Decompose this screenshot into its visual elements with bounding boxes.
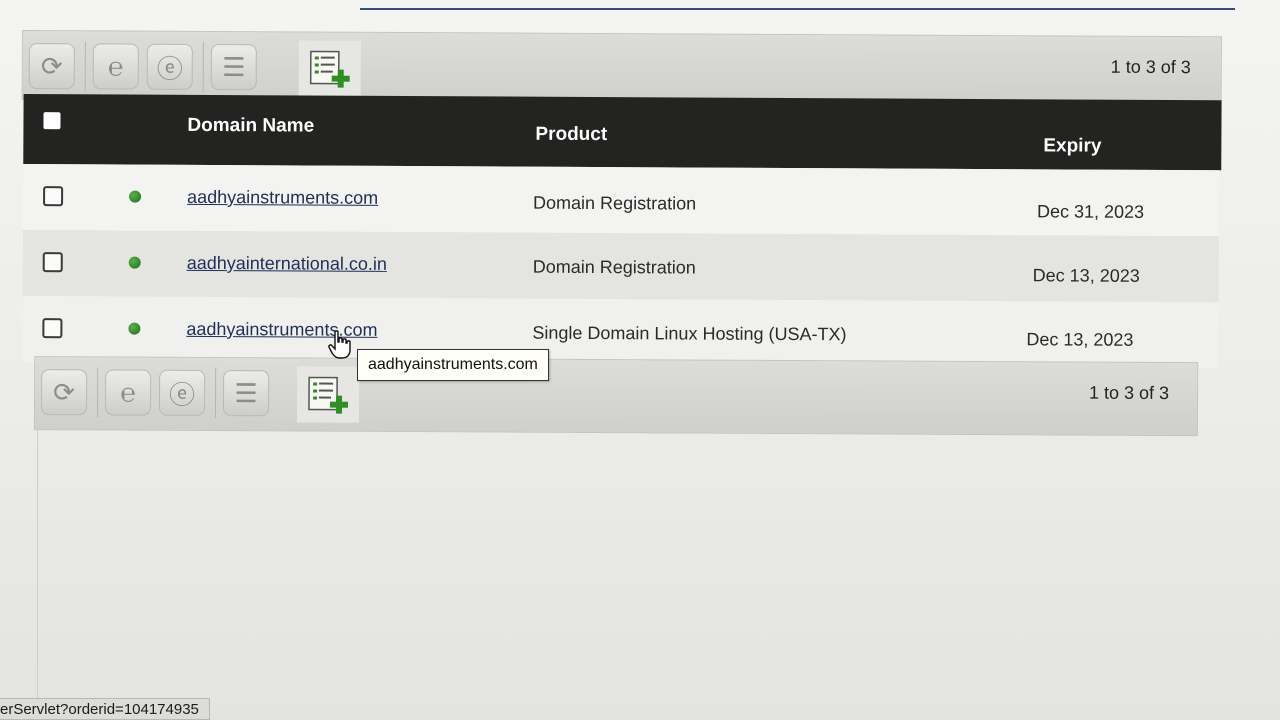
refresh-icon: ⟳ bbox=[40, 50, 63, 81]
edit-list-button[interactable]: ☰ bbox=[222, 370, 270, 417]
row-checkbox[interactable] bbox=[43, 186, 64, 207]
transfer-icon: ⓔ bbox=[156, 53, 183, 84]
status-active-icon bbox=[129, 190, 142, 203]
expiry-date: Dec 13, 2023 bbox=[1026, 329, 1134, 350]
add-order-button[interactable] bbox=[296, 366, 360, 423]
add-list-icon bbox=[309, 50, 350, 88]
edit-list-button[interactable]: ☰ bbox=[210, 43, 257, 91]
top-divider bbox=[360, 8, 1235, 10]
column-header-product[interactable]: Product bbox=[535, 124, 607, 146]
toolbar-separator bbox=[202, 41, 204, 92]
browser-status-url: erServlet?orderid=104174935 bbox=[0, 698, 210, 720]
table-row: aadhyainternational.co.in Domain Registr… bbox=[22, 230, 1219, 303]
edit-list-icon: ☰ bbox=[222, 51, 246, 82]
expiry-date: Dec 31, 2023 bbox=[1036, 201, 1145, 222]
bottom-toolbar: ⟳ ℮ ⓔ ☰ 1 to 3 of 3 bbox=[33, 356, 1199, 437]
renew-button[interactable]: ℮ bbox=[104, 369, 152, 416]
renew-icon: ℮ bbox=[107, 50, 124, 82]
expiry-date: Dec 13, 2023 bbox=[1032, 265, 1140, 286]
select-all-checkbox[interactable] bbox=[43, 112, 61, 130]
edit-list-icon: ☰ bbox=[234, 377, 258, 408]
product-name: Single Domain Linux Hosting (USA-TX) bbox=[532, 322, 847, 345]
pagination-label: 1 to 3 of 3 bbox=[1110, 56, 1191, 78]
toolbar-separator bbox=[96, 367, 99, 418]
status-active-icon bbox=[128, 256, 141, 269]
product-name: Domain Registration bbox=[533, 192, 697, 214]
transfer-button[interactable]: ⓔ bbox=[158, 369, 206, 416]
hand-cursor-icon bbox=[328, 330, 351, 359]
row-checkbox[interactable] bbox=[42, 318, 63, 339]
add-list-icon bbox=[308, 376, 349, 414]
orders-panel: ⟳ ℮ ⓔ ☰ 1 to 3 of 3 Domain Name Product … bbox=[20, 22, 1232, 448]
transfer-icon: ⓔ bbox=[168, 379, 196, 410]
renew-icon: ℮ bbox=[120, 377, 136, 408]
add-order-button[interactable] bbox=[298, 40, 361, 97]
status-active-icon bbox=[128, 322, 141, 335]
pagination-label: 1 to 3 of 3 bbox=[1088, 382, 1170, 404]
product-name: Domain Registration bbox=[532, 256, 696, 278]
renew-button[interactable]: ℮ bbox=[92, 43, 139, 90]
refresh-icon: ⟳ bbox=[53, 376, 76, 407]
left-divider bbox=[37, 430, 38, 700]
row-checkbox[interactable] bbox=[42, 252, 63, 273]
refresh-button[interactable]: ⟳ bbox=[28, 43, 75, 90]
column-header-expiry[interactable]: Expiry bbox=[1043, 135, 1101, 157]
transfer-button[interactable]: ⓔ bbox=[146, 43, 193, 90]
page: ⟳ ℮ ⓔ ☰ 1 to 3 of 3 Domain Name Product … bbox=[0, 0, 1280, 720]
domain-link[interactable]: aadhyainstruments.com bbox=[187, 187, 378, 209]
toolbar-separator bbox=[84, 41, 86, 92]
table-header: Domain Name Product Expiry bbox=[23, 94, 1222, 171]
table-row: aadhyainstruments.com Domain Registratio… bbox=[22, 164, 1220, 237]
toolbar-separator bbox=[214, 368, 217, 419]
domain-link[interactable]: aadhyainternational.co.in bbox=[187, 253, 387, 275]
refresh-button[interactable]: ⟳ bbox=[40, 369, 88, 416]
column-header-domain[interactable]: Domain Name bbox=[187, 115, 314, 138]
domain-tooltip: aadhyainstruments.com bbox=[357, 349, 549, 381]
